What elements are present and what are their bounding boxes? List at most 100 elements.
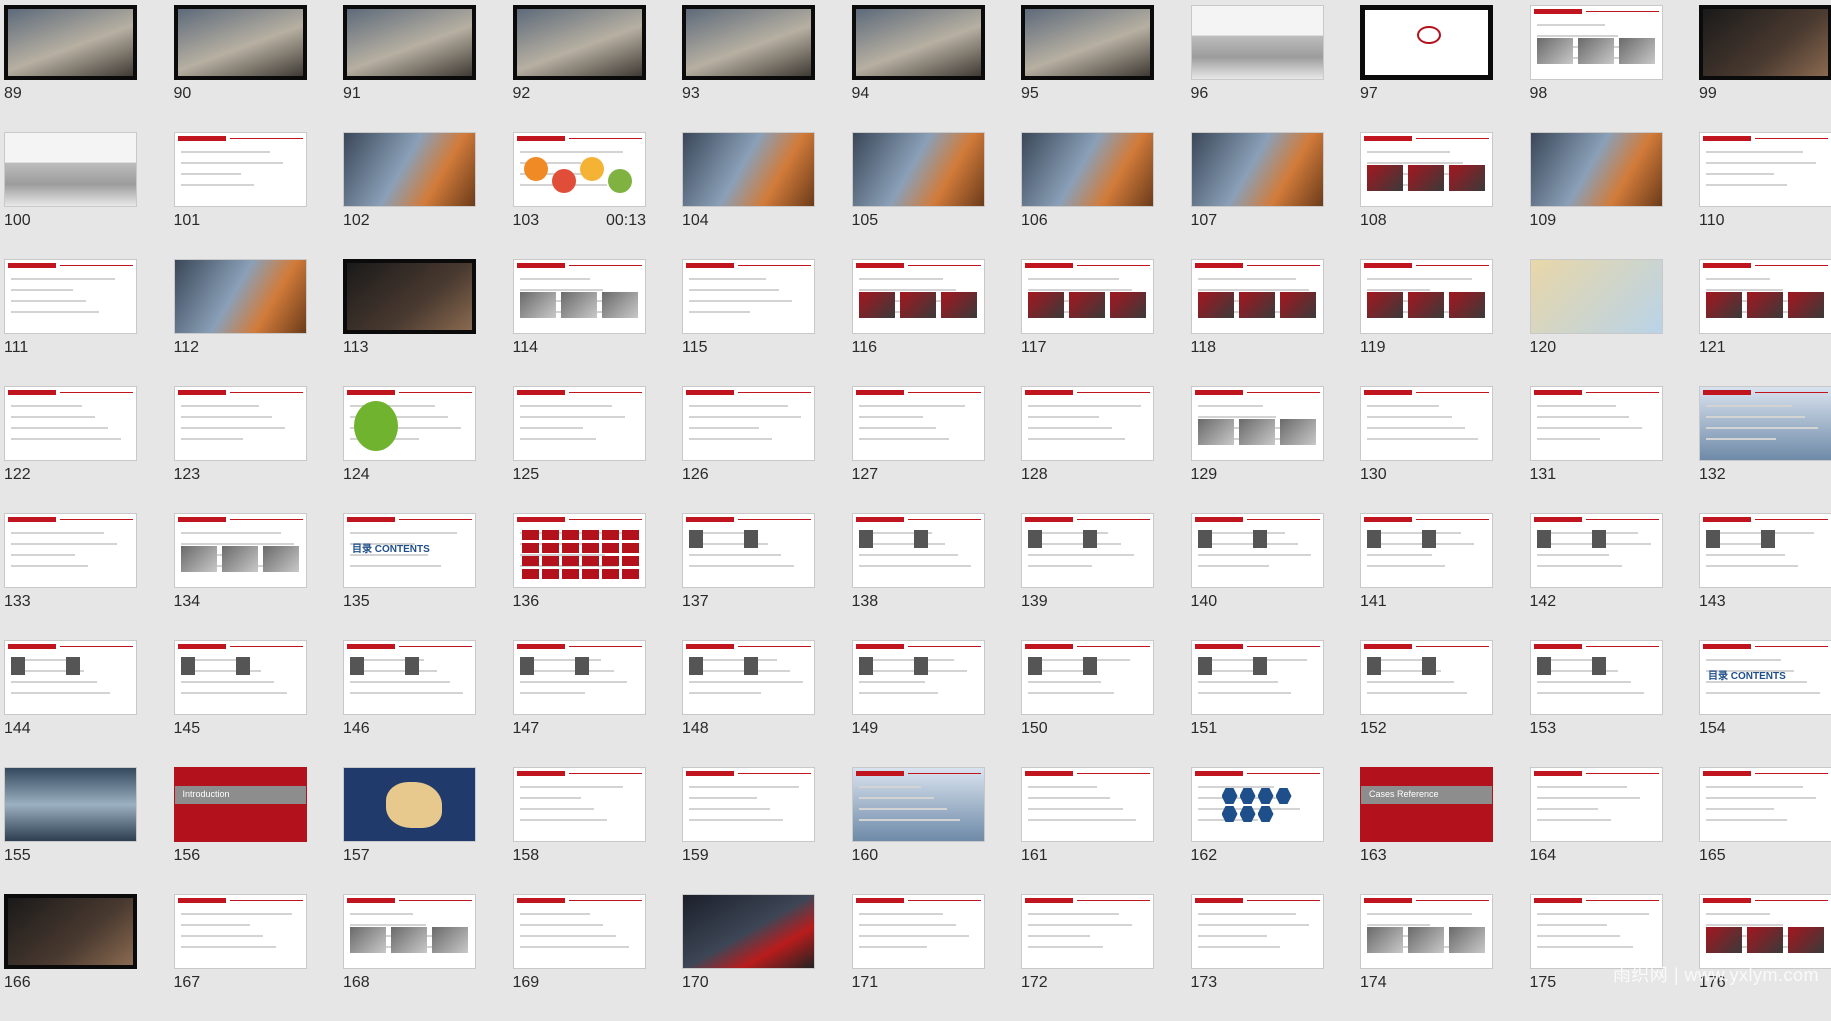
slide-thumbnail-130[interactable]: 130	[1360, 386, 1530, 513]
slide-thumbnail-103[interactable]: 103 00:13	[512, 132, 683, 259]
slide-thumbnail-92[interactable]: 92	[512, 5, 683, 132]
slide-thumbnail-153[interactable]: 153	[1529, 640, 1700, 767]
slide-thumbnail-138[interactable]: 138	[851, 513, 1022, 640]
slide-thumbnail-172[interactable]: 172	[1021, 894, 1191, 1021]
slide-thumbnail-133[interactable]: 133	[4, 513, 174, 640]
slide-number: 125	[512, 466, 540, 483]
slide-thumbnail-150[interactable]: 150	[1021, 640, 1191, 767]
slide-thumbnail-118[interactable]: 118	[1190, 259, 1361, 386]
slide-thumbnail-152[interactable]: 152	[1360, 640, 1530, 767]
slide-thumbnail-151[interactable]: 151	[1190, 640, 1361, 767]
slide-thumbnail-93[interactable]: 93	[682, 5, 852, 132]
slide-thumbnail-115[interactable]: 115	[682, 259, 852, 386]
slide-thumbnail-101[interactable]: 101	[173, 132, 344, 259]
slide-thumbnail-149[interactable]: 149	[851, 640, 1022, 767]
slide-number: 135	[343, 593, 370, 610]
slide-thumbnail-120[interactable]: 120	[1529, 259, 1700, 386]
slide-thumbnail-144[interactable]: 144	[4, 640, 174, 767]
slide-preview	[4, 640, 137, 715]
slide-thumbnail-135[interactable]: 目录 CONTENTS 135	[343, 513, 513, 640]
slide-thumbnail-127[interactable]: 127	[851, 386, 1022, 513]
slide-thumbnail-165[interactable]: 165	[1699, 767, 1831, 894]
slide-thumbnail-123[interactable]: 123	[173, 386, 344, 513]
slide-thumbnail-141[interactable]: 141	[1360, 513, 1530, 640]
slide-number: 134	[173, 593, 201, 610]
slide-thumbnail-102[interactable]: 102	[343, 132, 513, 259]
slide-thumbnail-126[interactable]: 126	[682, 386, 852, 513]
slide-thumbnail-125[interactable]: 125	[512, 386, 683, 513]
slide-thumbnail-104[interactable]: 104	[682, 132, 852, 259]
slide-thumbnail-94[interactable]: 94	[851, 5, 1022, 132]
slide-thumbnail-121[interactable]: 121	[1699, 259, 1831, 386]
slide-thumbnail-107[interactable]: 107	[1190, 132, 1361, 259]
slide-thumbnail-163[interactable]: Cases Reference 163	[1360, 767, 1530, 894]
slide-thumbnail-143[interactable]: 143	[1699, 513, 1831, 640]
slide-thumbnail-100[interactable]: 100	[4, 132, 174, 259]
slide-thumbnail-108[interactable]: 108	[1360, 132, 1530, 259]
slide-thumbnail-168[interactable]: 168	[343, 894, 513, 1021]
slide-thumbnail-155[interactable]: 155	[4, 767, 174, 894]
slide-thumbnail-162[interactable]: 162	[1190, 767, 1361, 894]
slide-thumbnail-139[interactable]: 139	[1021, 513, 1191, 640]
slide-thumbnail-90[interactable]: 90	[173, 5, 344, 132]
slide-preview	[1360, 259, 1493, 334]
slide-thumbnail-105[interactable]: 105	[851, 132, 1022, 259]
slide-thumbnail-109[interactable]: 109	[1529, 132, 1700, 259]
slide-thumbnail-176[interactable]: 176	[1699, 894, 1831, 1021]
slide-thumbnail-148[interactable]: 148	[682, 640, 852, 767]
slide-thumbnail-166[interactable]: 166	[4, 894, 174, 1021]
slide-thumbnail-116[interactable]: 116	[851, 259, 1022, 386]
slide-thumbnail-147[interactable]: 147	[512, 640, 683, 767]
slide-thumbnail-167[interactable]: 167	[173, 894, 344, 1021]
slide-thumbnail-98[interactable]: 98	[1529, 5, 1700, 132]
slide-thumbnail-136[interactable]: 136	[512, 513, 683, 640]
slide-thumbnail-110[interactable]: 110	[1699, 132, 1831, 259]
slide-thumbnail-129[interactable]: 129	[1190, 386, 1361, 513]
slide-thumbnail-174[interactable]: 174	[1360, 894, 1530, 1021]
slide-thumbnail-111[interactable]: 111	[4, 259, 174, 386]
slide-thumbnail-160[interactable]: 160	[851, 767, 1022, 894]
slide-number: 99	[1699, 85, 1717, 102]
slide-thumbnail-95[interactable]: 95	[1021, 5, 1191, 132]
slide-thumbnail-89[interactable]: 89	[4, 5, 174, 132]
slide-preview	[1190, 513, 1324, 588]
slide-thumbnail-140[interactable]: 140	[1190, 513, 1361, 640]
slide-number: 138	[851, 593, 879, 610]
slide-thumbnail-158[interactable]: 158	[512, 767, 683, 894]
slide-thumbnail-132[interactable]: 132	[1699, 386, 1831, 513]
slide-thumbnail-131[interactable]: 131	[1529, 386, 1700, 513]
slide-thumbnail-170[interactable]: 170	[682, 894, 852, 1021]
slide-thumbnail-99[interactable]: 99	[1699, 5, 1831, 132]
slide-preview	[1699, 5, 1831, 80]
slide-thumbnail-113[interactable]: 113	[343, 259, 513, 386]
slide-thumbnail-171[interactable]: 171	[851, 894, 1022, 1021]
slide-thumbnail-112[interactable]: 112	[173, 259, 344, 386]
slide-thumbnail-137[interactable]: 137	[682, 513, 852, 640]
slide-thumbnail-142[interactable]: 142	[1529, 513, 1700, 640]
slide-thumbnail-128[interactable]: 128	[1021, 386, 1191, 513]
slide-thumbnail-91[interactable]: 91	[343, 5, 513, 132]
slide-thumbnail-134[interactable]: 134	[173, 513, 344, 640]
slide-thumbnail-117[interactable]: 117	[1021, 259, 1191, 386]
slide-thumbnail-146[interactable]: 146	[343, 640, 513, 767]
slide-preview	[1699, 513, 1831, 588]
slide-thumbnail-97[interactable]: 97	[1360, 5, 1530, 132]
slide-thumbnail-164[interactable]: 164	[1529, 767, 1700, 894]
slide-thumbnail-156[interactable]: Introduction 156	[173, 767, 344, 894]
slide-thumbnail-159[interactable]: 159	[682, 767, 852, 894]
slide-preview	[343, 640, 476, 715]
slide-thumbnail-173[interactable]: 173	[1190, 894, 1361, 1021]
slide-thumbnail-119[interactable]: 119	[1360, 259, 1530, 386]
slide-thumbnail-169[interactable]: 169	[512, 894, 683, 1021]
slide-thumbnail-122[interactable]: 122	[4, 386, 174, 513]
slide-thumbnail-106[interactable]: 106	[1021, 132, 1191, 259]
slide-thumbnail-145[interactable]: 145	[173, 640, 344, 767]
slide-thumbnail-154[interactable]: 目录 CONTENTS 154	[1699, 640, 1831, 767]
slide-thumbnail-114[interactable]: 114	[512, 259, 683, 386]
slide-thumbnail-96[interactable]: 96	[1190, 5, 1361, 132]
slide-preview	[4, 5, 137, 80]
slide-thumbnail-124[interactable]: 124	[343, 386, 513, 513]
slide-thumbnail-157[interactable]: 157	[343, 767, 513, 894]
slide-thumbnail-175[interactable]: 175	[1529, 894, 1700, 1021]
slide-thumbnail-161[interactable]: 161	[1021, 767, 1191, 894]
